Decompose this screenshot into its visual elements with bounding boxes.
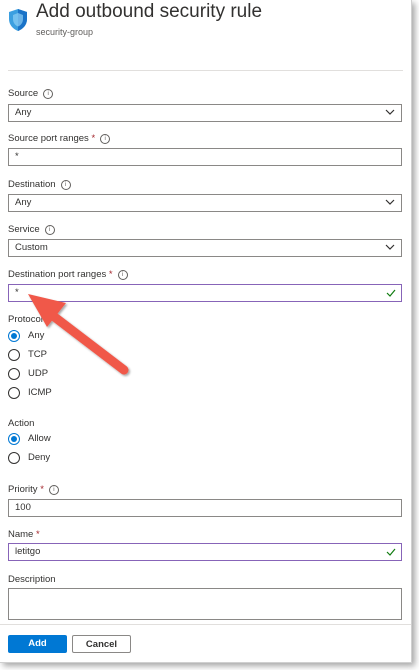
panel-header: Add outbound security rule security-grou… <box>0 0 411 68</box>
source-label-text: Source <box>8 88 39 99</box>
checkmark-icon <box>386 548 396 556</box>
priority-input[interactable]: 100 <box>8 499 402 517</box>
security-rule-panel: Add outbound security rule security-grou… <box>0 0 412 663</box>
name-label-text: Name <box>8 529 34 540</box>
description-textarea[interactable] <box>8 588 402 620</box>
destination-value: Any <box>15 197 32 208</box>
source-label: Source i <box>8 88 54 99</box>
priority-value: 100 <box>15 502 31 513</box>
protocol-label: Protocol <box>8 314 43 325</box>
page-title: Add outbound security rule <box>36 1 263 22</box>
info-icon[interactable]: i <box>44 225 55 235</box>
destination-label-text: Destination <box>8 179 56 190</box>
radio-button[interactable] <box>8 349 20 361</box>
action-label: Action <box>8 418 35 429</box>
radio-button-selected[interactable] <box>8 330 20 342</box>
required-marker: * <box>108 269 113 280</box>
checkmark-icon <box>386 289 396 297</box>
footer-divider <box>0 624 411 625</box>
destination-port-ranges-value: * <box>15 287 19 298</box>
protocol-option-label: TCP <box>28 349 47 360</box>
service-label-text: Service <box>8 224 40 235</box>
destination-dropdown[interactable]: Any <box>8 194 402 212</box>
info-icon[interactable]: i <box>60 180 71 190</box>
info-icon[interactable]: i <box>48 485 59 495</box>
radio-button[interactable] <box>8 387 20 399</box>
radio-button-selected[interactable] <box>8 433 20 445</box>
destination-label: Destination i <box>8 179 71 190</box>
priority-label-text: Priority <box>8 484 38 495</box>
chevron-down-icon <box>385 109 395 115</box>
description-label: Description <box>8 574 56 585</box>
header-divider <box>8 70 403 71</box>
required-marker: * <box>91 133 96 144</box>
action-option-label: Allow <box>28 433 51 444</box>
protocol-option-label: Any <box>28 330 45 341</box>
chevron-down-icon <box>385 199 395 205</box>
info-icon[interactable]: i <box>100 134 111 144</box>
source-port-ranges-value: * <box>15 151 19 162</box>
action-option-label: Deny <box>28 452 51 463</box>
service-dropdown[interactable]: Custom <box>8 239 402 257</box>
name-label: Name * <box>8 529 40 540</box>
priority-label: Priority * i <box>8 484 59 495</box>
service-value: Custom <box>15 242 48 253</box>
cancel-button[interactable]: Cancel <box>72 635 131 653</box>
source-port-ranges-input[interactable]: * <box>8 148 402 166</box>
destination-port-ranges-label: Destination port ranges * i <box>8 269 128 280</box>
protocol-option-label: UDP <box>28 368 49 379</box>
protocol-option-label: ICMP <box>28 387 52 398</box>
info-icon[interactable]: i <box>117 270 128 280</box>
chevron-down-icon <box>385 244 395 250</box>
radio-button[interactable] <box>8 452 20 464</box>
source-port-ranges-label: Source port ranges * i <box>8 133 111 144</box>
info-icon[interactable]: i <box>43 89 54 99</box>
source-dropdown[interactable]: Any <box>8 104 402 122</box>
name-value: letitgo <box>15 546 41 557</box>
service-label: Service i <box>8 224 55 235</box>
add-button[interactable]: Add <box>8 635 67 653</box>
radio-button[interactable] <box>8 368 20 380</box>
page-subtitle: security-group <box>36 27 94 37</box>
required-marker: * <box>35 529 40 540</box>
shield-icon <box>9 9 27 31</box>
destination-port-ranges-label-text: Destination port ranges <box>8 269 107 280</box>
destination-port-ranges-input[interactable]: * <box>8 284 402 302</box>
name-input[interactable]: letitgo <box>8 543 402 561</box>
required-marker: * <box>40 484 44 495</box>
source-value: Any <box>15 107 32 118</box>
source-port-ranges-label-text: Source port ranges <box>8 133 89 144</box>
